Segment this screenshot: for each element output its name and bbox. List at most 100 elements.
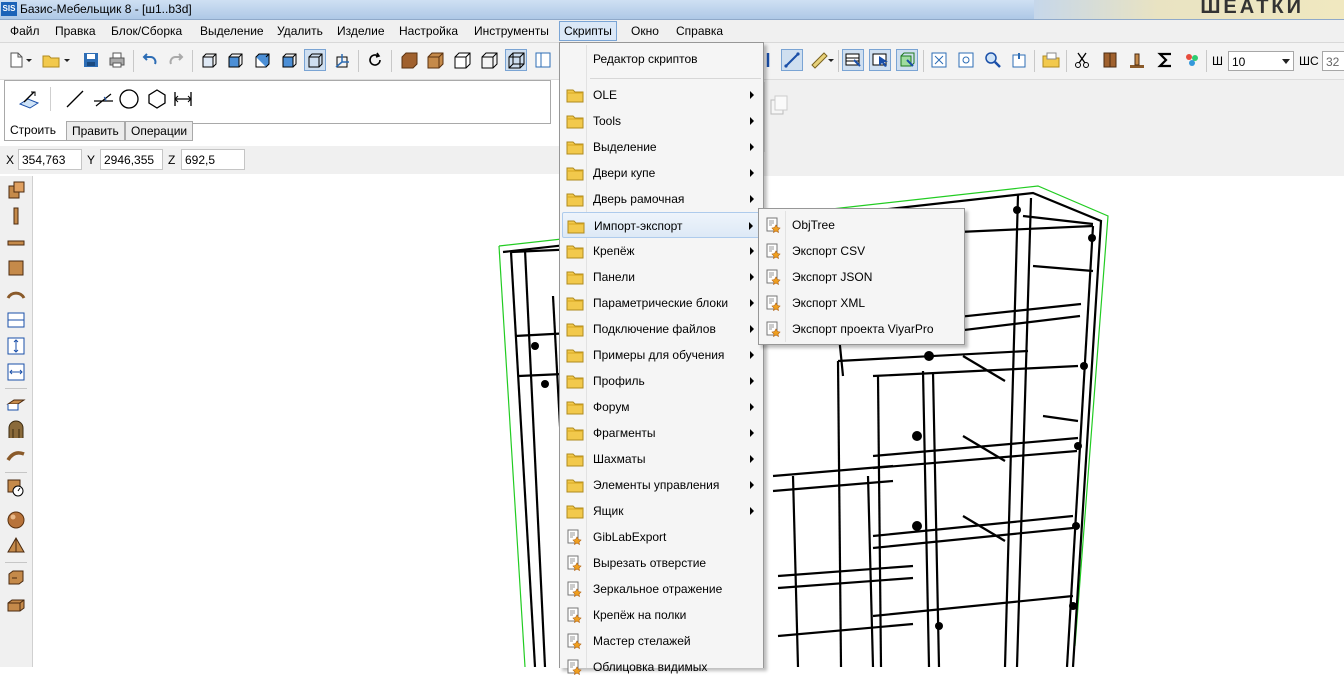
submenu-item[interactable]: Экспорт XML xyxy=(761,290,962,316)
menu-delete[interactable]: Удалить xyxy=(275,23,325,39)
horizontal-panel-icon[interactable] xyxy=(6,232,26,252)
menu-item[interactable]: Ящик xyxy=(562,498,761,524)
y-coordinate-field[interactable]: 2946,355 xyxy=(100,149,163,170)
menu-product[interactable]: Изделие xyxy=(335,23,387,39)
sphere-icon[interactable] xyxy=(6,510,26,530)
save-icon[interactable] xyxy=(80,49,102,71)
panel-new-icon[interactable] xyxy=(6,180,26,200)
submenu-item[interactable]: ObjTree xyxy=(761,212,962,238)
sketch-plane-icon[interactable] xyxy=(17,87,41,111)
view-left-icon[interactable] xyxy=(224,49,246,71)
split-horizontal-icon[interactable] xyxy=(6,310,26,330)
render-textured-icon[interactable] xyxy=(398,49,420,71)
vertical-panel-icon[interactable] xyxy=(6,206,26,226)
render-shaded-icon[interactable] xyxy=(424,49,446,71)
menu-item[interactable]: GibLabExport xyxy=(562,524,761,550)
view-front-icon[interactable] xyxy=(198,49,220,71)
menu-item[interactable]: Форум xyxy=(562,394,761,420)
zoom-window-icon[interactable] xyxy=(955,49,977,71)
submenu-item[interactable]: Экспорт JSON xyxy=(761,264,962,290)
menu-file[interactable]: Файл xyxy=(8,23,42,39)
split-vertical-icon[interactable] xyxy=(6,336,26,356)
tab-edit[interactable]: Править xyxy=(66,121,125,141)
sum-icon[interactable] xyxy=(1154,49,1176,71)
tab-build[interactable]: Строить xyxy=(4,121,69,141)
menu-selection[interactable]: Выделение xyxy=(198,23,266,39)
drawer-box-icon[interactable] xyxy=(6,594,26,614)
library-folder-icon[interactable] xyxy=(1040,49,1062,71)
hole-icon[interactable] xyxy=(6,478,26,498)
menu-item[interactable]: Tools xyxy=(562,108,761,134)
circle-icon[interactable] xyxy=(117,87,141,111)
menu-item[interactable]: Зеркальное отражение xyxy=(562,576,761,602)
materials-icon[interactable] xyxy=(1181,49,1203,71)
hexagon-icon[interactable] xyxy=(145,87,169,111)
menu-item[interactable]: OLE xyxy=(562,82,761,108)
view-right-icon[interactable] xyxy=(251,49,273,71)
menu-item[interactable]: Подключение файлов xyxy=(562,316,761,342)
view-top-icon[interactable] xyxy=(278,49,300,71)
ws-field[interactable]: 32 xyxy=(1322,51,1344,71)
ruler-dropdown-icon[interactable] xyxy=(826,49,836,71)
menu-item[interactable]: Импорт-экспорт xyxy=(562,212,761,238)
redo-icon[interactable] xyxy=(165,49,187,71)
dimension-icon[interactable] xyxy=(171,87,195,111)
open-dropdown-icon[interactable] xyxy=(62,49,72,71)
menu-help[interactable]: Справка xyxy=(674,23,725,39)
profile-icon[interactable] xyxy=(6,420,26,440)
pyramid-icon[interactable] xyxy=(6,536,26,556)
render-hidden-lines-icon[interactable] xyxy=(478,49,500,71)
menu-item[interactable]: Дверь рамочная xyxy=(562,186,761,212)
menu-edit[interactable]: Правка xyxy=(53,23,98,39)
width-combobox[interactable]: 10 xyxy=(1228,51,1294,71)
menu-item[interactable]: Выделение xyxy=(562,134,761,160)
open-folder-icon[interactable] xyxy=(40,49,62,71)
menu-item-script-editor[interactable]: Редактор скриптов xyxy=(562,46,761,72)
menu-item[interactable]: Панели xyxy=(562,264,761,290)
submenu-item[interactable]: Экспорт CSV xyxy=(761,238,962,264)
render-white-icon[interactable] xyxy=(451,49,473,71)
select-cursor-icon[interactable] xyxy=(869,49,891,71)
line-tool-icon[interactable] xyxy=(781,49,803,71)
menu-item[interactable]: Двери купе xyxy=(562,160,761,186)
drawer-icon[interactable] xyxy=(6,568,26,588)
menu-item[interactable]: Вырезать отверстие xyxy=(562,550,761,576)
zoom-extents-icon[interactable] xyxy=(928,49,950,71)
submenu-item[interactable]: Экспорт проекта ViyarPro xyxy=(761,316,962,342)
panel-layout-icon[interactable] xyxy=(532,49,554,71)
x-coordinate-field[interactable]: 354,763 xyxy=(18,149,82,170)
view-axes-icon[interactable] xyxy=(331,49,353,71)
cut-icon[interactable] xyxy=(1071,49,1093,71)
undo-icon[interactable] xyxy=(139,49,161,71)
shelf-icon[interactable] xyxy=(6,394,26,414)
menu-settings[interactable]: Настройка xyxy=(397,23,460,39)
menu-item[interactable]: Элементы управления xyxy=(562,472,761,498)
angle-line-icon[interactable] xyxy=(91,87,115,111)
properties-icon[interactable] xyxy=(1008,49,1030,71)
z-coordinate-field[interactable]: 692,5 xyxy=(181,149,245,170)
edge-icon[interactable] xyxy=(6,446,26,466)
menu-scripts[interactable]: Скрипты xyxy=(559,21,617,41)
cabinet-icon[interactable] xyxy=(1099,49,1121,71)
menu-tools[interactable]: Инструменты xyxy=(472,23,551,39)
menu-item[interactable]: Шахматы xyxy=(562,446,761,472)
menu-item[interactable]: Мастер стелажей xyxy=(562,628,761,654)
bent-panel-icon[interactable] xyxy=(6,284,26,304)
menu-item[interactable]: Крепёж на полки xyxy=(562,602,761,628)
menu-item[interactable]: Облицовка видимых xyxy=(562,654,761,680)
front-panel-icon[interactable] xyxy=(6,258,26,278)
fixture-icon[interactable] xyxy=(1126,49,1148,71)
new-file-dropdown-icon[interactable] xyxy=(24,49,34,71)
tab-operations[interactable]: Операции xyxy=(125,121,194,141)
rotate-view-icon[interactable] xyxy=(364,49,386,71)
menu-item[interactable]: Профиль xyxy=(562,368,761,394)
view-iso-icon[interactable] xyxy=(304,49,326,71)
menu-item[interactable]: Крепёж xyxy=(562,238,761,264)
distribute-icon[interactable] xyxy=(6,362,26,382)
menu-item[interactable]: Примеры для обучения xyxy=(562,342,761,368)
print-icon[interactable] xyxy=(106,49,128,71)
menu-item[interactable]: Параметрические блоки xyxy=(562,290,761,316)
select-3d-icon[interactable] xyxy=(896,49,918,71)
line-icon[interactable] xyxy=(63,87,87,111)
select-panels-icon[interactable] xyxy=(842,49,864,71)
